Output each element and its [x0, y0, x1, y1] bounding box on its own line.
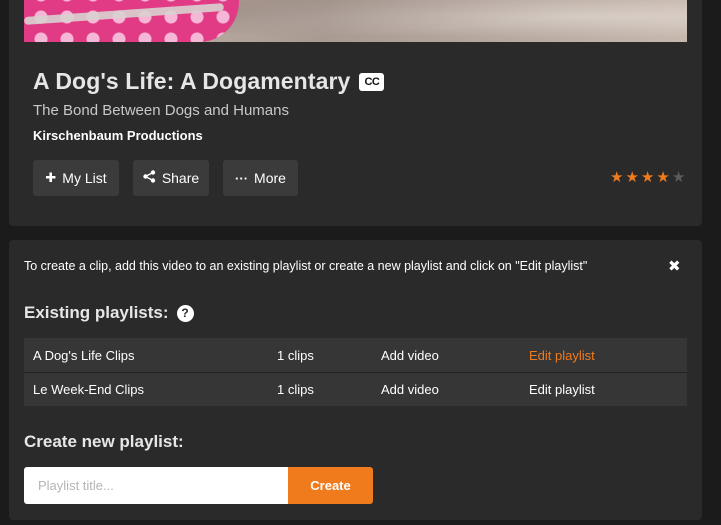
producer-link[interactable]: Kirschenbaum Productions — [33, 128, 203, 143]
ellipsis-icon: ··· — [235, 170, 249, 186]
playlist-row: Le Week-End Clips 1 clips Add video Edit… — [24, 372, 687, 406]
playlist-title-input[interactable] — [24, 467, 288, 504]
playlist-table: A Dog's Life Clips 1 clips Add video Edi… — [24, 338, 687, 406]
playlist-clip-count: 1 clips — [277, 347, 314, 363]
existing-playlists-header: Existing playlists: ? — [24, 303, 194, 323]
edit-playlist-button[interactable]: Edit playlist — [529, 382, 595, 397]
closed-caption-icon: CC — [359, 72, 385, 91]
title-row: A Dog's Life: A Dogamentary CC — [33, 68, 385, 95]
plus-icon: ✚ — [45, 170, 57, 185]
star-icon[interactable]: ★ — [672, 170, 685, 185]
more-button[interactable]: ··· More — [223, 160, 298, 196]
clip-panel: To create a clip, add this video to an e… — [9, 240, 702, 520]
my-list-label: My List — [62, 170, 107, 186]
video-subtitle: The Bond Between Dogs and Humans — [33, 102, 289, 119]
my-list-button[interactable]: ✚ My List — [33, 160, 119, 196]
star-icon[interactable]: ★ — [625, 170, 638, 185]
video-thumbnail[interactable] — [24, 0, 687, 42]
more-label: More — [254, 170, 286, 186]
existing-playlists-heading: Existing playlists: — [24, 303, 169, 322]
playlist-name[interactable]: Le Week-End Clips — [33, 382, 144, 397]
create-playlist-form: Create — [24, 467, 373, 504]
help-icon[interactable]: ? — [176, 304, 194, 322]
create-playlist-heading: Create new playlist: — [24, 432, 184, 451]
rating-stars[interactable]: ★ ★ ★ ★ ★ — [610, 170, 685, 185]
share-button[interactable]: Share — [133, 160, 209, 196]
clip-instructions: To create a clip, add this video to an e… — [24, 259, 588, 273]
close-icon[interactable]: ✖ — [668, 257, 681, 275]
star-icon[interactable]: ★ — [610, 170, 623, 185]
star-icon[interactable]: ★ — [641, 170, 654, 185]
playlist-row: A Dog's Life Clips 1 clips Add video Edi… — [24, 338, 687, 372]
share-label: Share — [161, 170, 200, 186]
share-icon — [143, 170, 156, 186]
star-icon[interactable]: ★ — [656, 170, 669, 185]
playlist-clip-count: 1 clips — [277, 382, 314, 397]
playlist-name[interactable]: A Dog's Life Clips — [33, 348, 134, 363]
video-title: A Dog's Life: A Dogamentary — [33, 68, 351, 94]
video-card: A Dog's Life: A Dogamentary CC The Bond … — [9, 0, 702, 226]
add-video-button[interactable]: Add video — [381, 348, 439, 363]
create-button[interactable]: Create — [288, 467, 373, 504]
add-video-button[interactable]: Add video — [381, 382, 439, 397]
edit-playlist-button[interactable]: Edit playlist — [529, 348, 595, 363]
